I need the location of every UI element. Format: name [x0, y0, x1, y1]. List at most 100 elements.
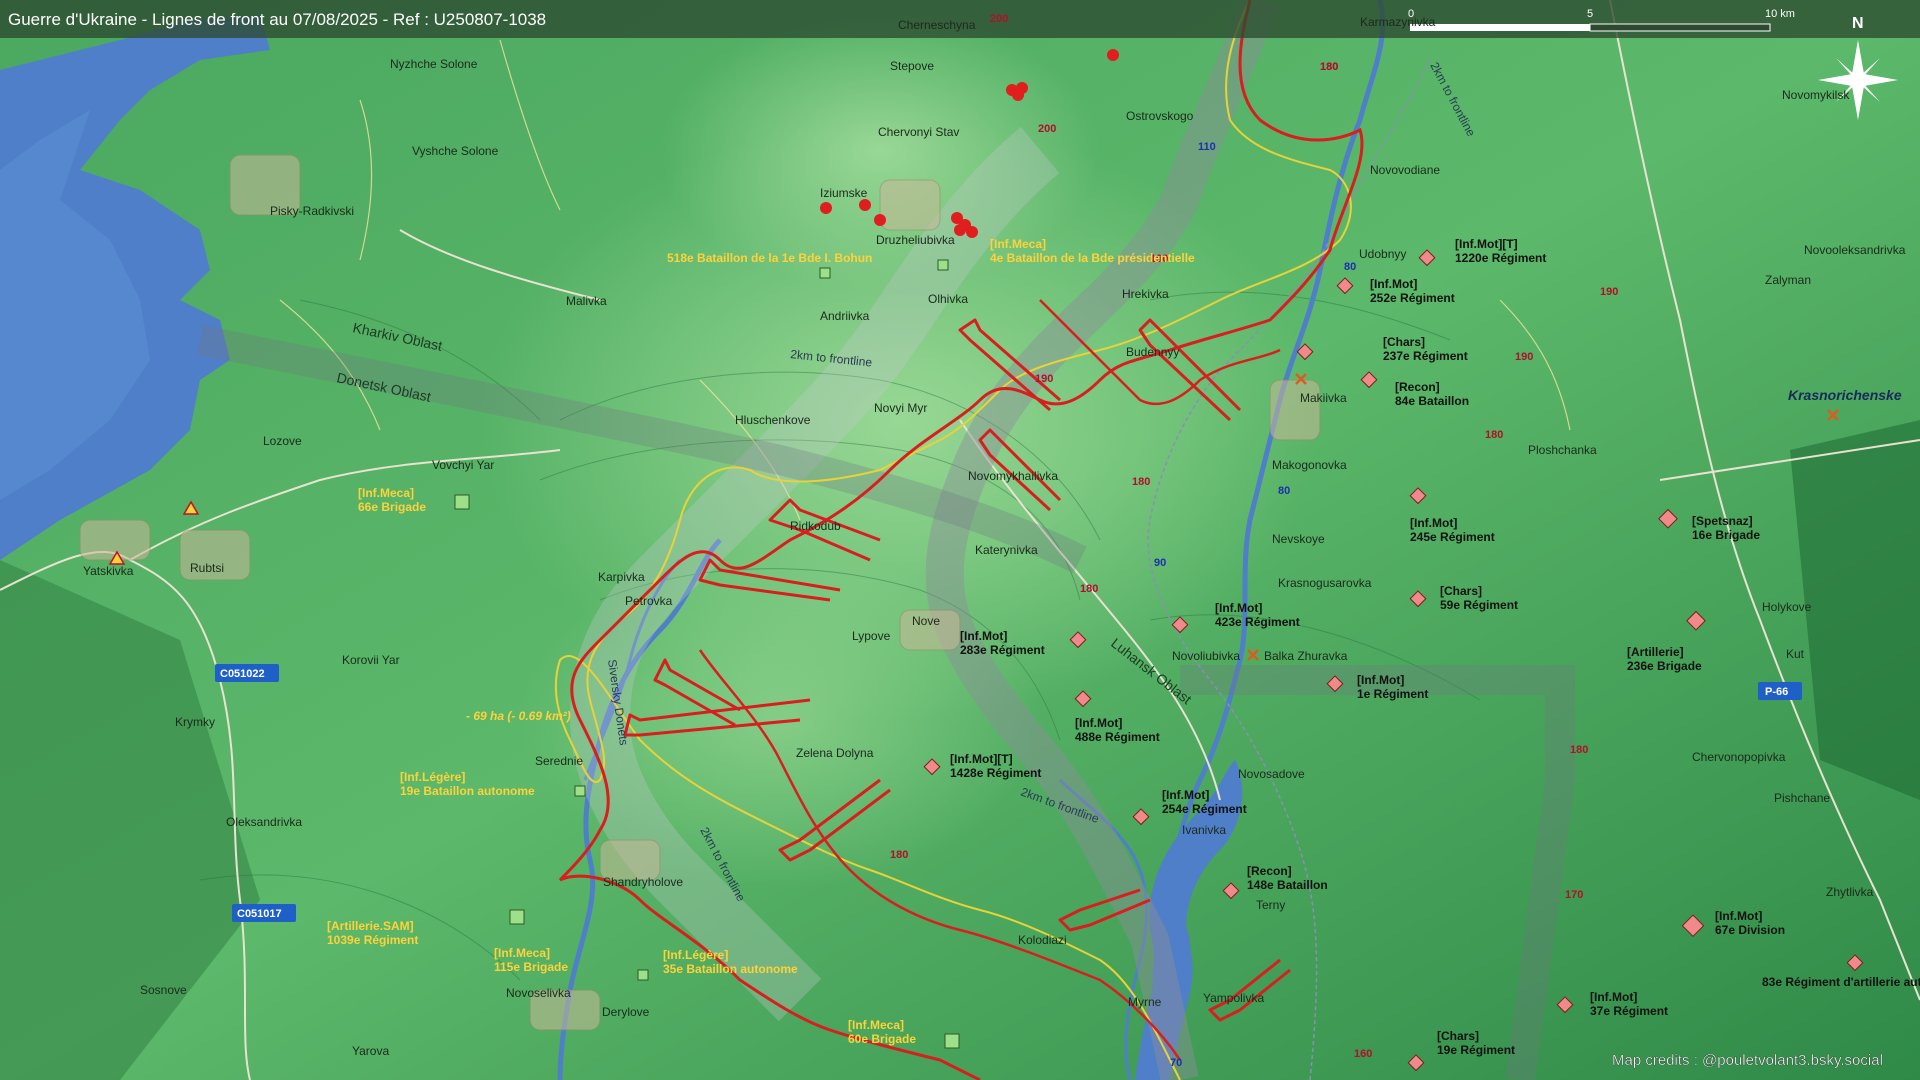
ru-unit-name: 83e Régiment d'artillerie automotrice	[1762, 975, 1920, 989]
ua-unit-icon	[509, 909, 525, 925]
town-label: Novooleksandrivka	[1804, 243, 1906, 257]
town-label: Ploshchanka	[1528, 443, 1597, 457]
ru-unit-name: 236e Brigade	[1627, 659, 1702, 673]
town-label: Pishchane	[1774, 791, 1830, 805]
ua-unit-name: 115e Brigade	[494, 960, 568, 974]
compass-label: N	[1852, 15, 1864, 32]
map-title: Guerre d'Ukraine - Lignes de front au 07…	[8, 10, 546, 29]
town-label: Myrne	[1128, 995, 1162, 1009]
svg-text:200: 200	[990, 13, 1008, 25]
svg-text:[Spetsnaz]16e Brigade: [Spetsnaz] 16e Brigade	[1692, 514, 1760, 542]
town-label: Chervonyi Stav	[878, 125, 959, 139]
town-label: Druzheliubivka	[876, 233, 955, 247]
town-label: Shandryholove	[603, 875, 683, 889]
svg-text:180: 180	[1570, 744, 1588, 756]
town-label: Serednie	[535, 754, 583, 768]
town-label: Rubtsi	[190, 561, 224, 575]
map-credits: Map credits : @pouletvolant3.bsky.social	[1612, 1052, 1883, 1069]
ua-unit-name: 19e Bataillon autonome	[400, 784, 535, 798]
town-label: Pisky-Radkivski	[270, 204, 354, 218]
ru-unit-name: 254e Régiment	[1162, 802, 1247, 816]
scale-label-5: 5	[1587, 8, 1593, 20]
town-label: Novovodiane	[1370, 163, 1440, 177]
town-label: Novomykhailivka	[968, 469, 1058, 483]
town-label: Udobnyy	[1359, 247, 1406, 261]
ru-unit-type: [Chars]	[1437, 1029, 1479, 1043]
town-label: Budennyy	[1126, 345, 1179, 359]
ua-unit-type: [Inf.Meca]	[990, 237, 1046, 251]
svg-text:[Artillerie.SAM]1039e Régiment: [Artillerie.SAM] 1039e Régiment	[327, 919, 418, 947]
town-label: Korovii Yar	[342, 653, 400, 667]
ru-unit-name: 148e Bataillon	[1247, 878, 1328, 892]
ru-unit-type: [Inf.Mot]	[960, 629, 1007, 643]
road-number-80a: 80	[1344, 261, 1356, 273]
svg-text:180: 180	[890, 849, 908, 861]
ru-unit-type: [Inf.Mot][T]	[950, 752, 1013, 766]
town-label: Stepove	[890, 59, 934, 73]
road-number-70: 70	[1170, 1057, 1182, 1069]
town-label: Lozove	[263, 434, 302, 448]
ru-unit-name: 488e Régiment	[1075, 730, 1160, 744]
svg-text:180: 180	[1080, 583, 1098, 595]
town-label: Vovchyi Yar	[432, 458, 494, 472]
town-label: Zhytlivka	[1826, 885, 1874, 899]
town-label: Krasnorichenske	[1788, 387, 1902, 403]
svg-text:180: 180	[1320, 61, 1338, 73]
svg-text:C051017: C051017	[237, 908, 282, 920]
town-label: Katerynivka	[975, 543, 1038, 557]
ru-unit-name: 19e Régiment	[1437, 1043, 1515, 1057]
town-label: Novoselivka	[506, 986, 571, 1000]
ua-unit-type: [Inf.Légère]	[663, 948, 728, 962]
ru-unit-name: 67e Division	[1715, 923, 1785, 937]
ru-unit-name: 245e Régiment	[1410, 530, 1495, 544]
ru-unit-name: 16e Brigade	[1692, 528, 1760, 542]
ru-unit-type: [Inf.Mot]	[1410, 516, 1457, 530]
ua-unit-name: 60e Brigade	[848, 1032, 916, 1046]
town-label: Novomykilsk	[1782, 88, 1850, 102]
town-label: Krasnogusarovka	[1278, 576, 1372, 590]
svg-text:200: 200	[1038, 123, 1056, 135]
town-label: Kolodiazi	[1018, 933, 1067, 947]
town-label: Iziumske	[820, 186, 868, 200]
svg-text:170: 170	[1565, 889, 1583, 901]
town-label: Holykove	[1762, 600, 1812, 614]
ua-unit-type: [Inf.Meca]	[494, 946, 550, 960]
town-label: Ivanivka	[1182, 823, 1226, 837]
town-label: Krymky	[175, 715, 215, 729]
town-label: Karpivka	[598, 570, 645, 584]
town-label: Balka Zhuravka	[1264, 649, 1348, 663]
ru-unit-type: [Artillerie]	[1627, 645, 1684, 659]
ru-unit-name: 59e Régiment	[1440, 598, 1518, 612]
town-label: Makiivka	[1300, 391, 1347, 405]
svg-text:P-66: P-66	[1765, 686, 1788, 698]
ru-unit-name: 1e Régiment	[1357, 687, 1428, 701]
ru-unit-type: [Recon]	[1395, 380, 1440, 394]
town-label: Yatskivka	[83, 564, 134, 578]
ru-unit-type: [Inf.Mot]	[1370, 277, 1417, 291]
town-label: Makogonovka	[1272, 458, 1347, 472]
ru-unit-name: 1428e Régiment	[950, 766, 1041, 780]
ua-unit-icon	[819, 267, 831, 279]
town-label: Vyshche Solone	[412, 144, 499, 158]
ru-unit-type: [Inf.Mot]	[1715, 909, 1762, 923]
ru-unit-type: [Spetsnaz]	[1692, 514, 1753, 528]
svg-text:190: 190	[1515, 351, 1533, 363]
town-label: Oleksandrivka	[226, 815, 302, 829]
road-number-90: 90	[1154, 557, 1166, 569]
area-change-label: - 69 ha (- 0.69 km²)	[466, 709, 571, 723]
ua-unit-name: 4e Bataillon de la Bde présidentielle	[990, 251, 1195, 265]
map-canvas[interactable]: Guerre d'Ukraine - Lignes de front au 07…	[0, 0, 1920, 1080]
ru-unit-type: [Inf.Mot]	[1357, 673, 1404, 687]
ru-unit-type: [Inf.Mot]	[1215, 601, 1262, 615]
town-label: Ostrovskogo	[1126, 109, 1194, 123]
ua-unit-name: 518e Bataillon de la 1e Bde I. Bohun	[667, 251, 872, 265]
ua-unit-type: [Inf.Meca]	[358, 486, 414, 500]
ua-unit-name: 66e Brigade	[358, 500, 426, 514]
town-label: Nyzhche Solone	[390, 57, 478, 71]
ru-unit-type: [Inf.Mot]	[1162, 788, 1209, 802]
town-label: Zalyman	[1765, 273, 1811, 287]
town-label: Olhivka	[928, 292, 968, 306]
town-label: Yarova	[352, 1044, 389, 1058]
town-label: Zelena Dolyna	[796, 746, 874, 760]
svg-text:180: 180	[1485, 429, 1503, 441]
